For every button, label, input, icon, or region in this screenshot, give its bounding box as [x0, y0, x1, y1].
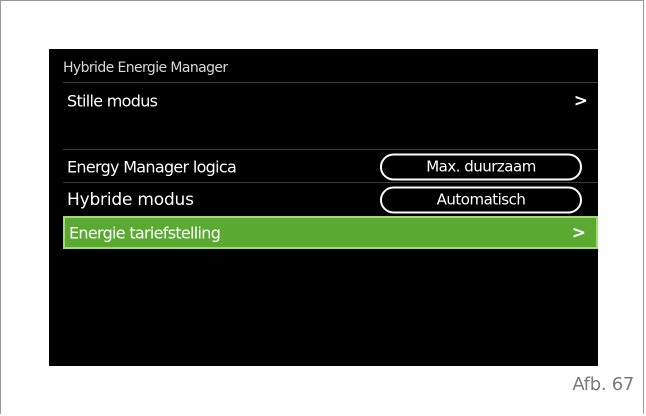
- menu-item-label: Energy Manager logica: [67, 157, 237, 176]
- menu-item-label: Energie tariefstelling: [69, 223, 221, 242]
- device-screen: Hybride Energie Manager Stille modus > E…: [49, 49, 598, 366]
- menu-item-hybride-modus[interactable]: Hybride modus Automatisch: [63, 183, 598, 216]
- menu-item-label: Stille modus: [67, 91, 158, 110]
- menu-item-energy-manager-logica[interactable]: Energy Manager logica Max. duurzaam: [63, 150, 598, 183]
- energy-manager-logica-value[interactable]: Max. duurzaam: [380, 153, 582, 180]
- chevron-right-icon: >: [573, 90, 588, 111]
- menu-item-energie-tariefstelling[interactable]: Energie tariefstelling >: [63, 216, 598, 249]
- menu-item-label: Hybride modus: [67, 189, 194, 210]
- menu-item-stille-modus[interactable]: Stille modus >: [63, 84, 598, 117]
- chevron-right-icon: >: [571, 222, 586, 243]
- screen-title: Hybride Energie Manager: [63, 60, 228, 76]
- hybride-modus-value[interactable]: Automatisch: [380, 186, 582, 213]
- title-divider: [63, 82, 598, 83]
- figure-caption: Afb. 67: [572, 374, 634, 395]
